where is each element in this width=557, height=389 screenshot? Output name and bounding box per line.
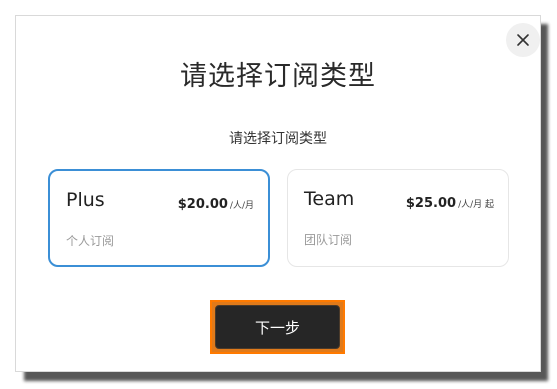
plan-card-plus[interactable]: Plus $20.00/人/月 个人订阅 bbox=[48, 169, 270, 267]
dialog-subtitle: 请选择订阅类型 bbox=[229, 131, 327, 147]
plan-price-group: $25.00/人/月 起 bbox=[406, 192, 494, 211]
plan-price-unit: /人/月 起 bbox=[458, 200, 494, 210]
plan-name: Plus bbox=[66, 189, 105, 211]
plan-name: Team bbox=[304, 188, 355, 210]
plan-price: $25.00 bbox=[405, 196, 457, 211]
close-icon bbox=[516, 33, 530, 47]
plan-price-unit: /人/月 bbox=[229, 201, 254, 211]
plan-price: $20.00 bbox=[177, 197, 228, 212]
next-button[interactable]: 下一步 bbox=[215, 305, 340, 349]
dialog-title: 请选择订阅类型 bbox=[180, 61, 376, 92]
next-button-highlight: 下一步 bbox=[210, 300, 345, 354]
plan-description: 个人订阅 bbox=[66, 234, 115, 248]
close-button[interactable] bbox=[506, 23, 540, 57]
plan-card-team[interactable]: Team $25.00/人/月 起 团队订阅 bbox=[287, 169, 509, 267]
plan-price-group: $20.00/人/月 bbox=[178, 193, 254, 212]
plan-description: 团队订阅 bbox=[304, 233, 353, 247]
subscription-dialog: 请选择订阅类型 请选择订阅类型 Plus $20.00/人/月 个人订阅 Tea… bbox=[15, 15, 541, 372]
